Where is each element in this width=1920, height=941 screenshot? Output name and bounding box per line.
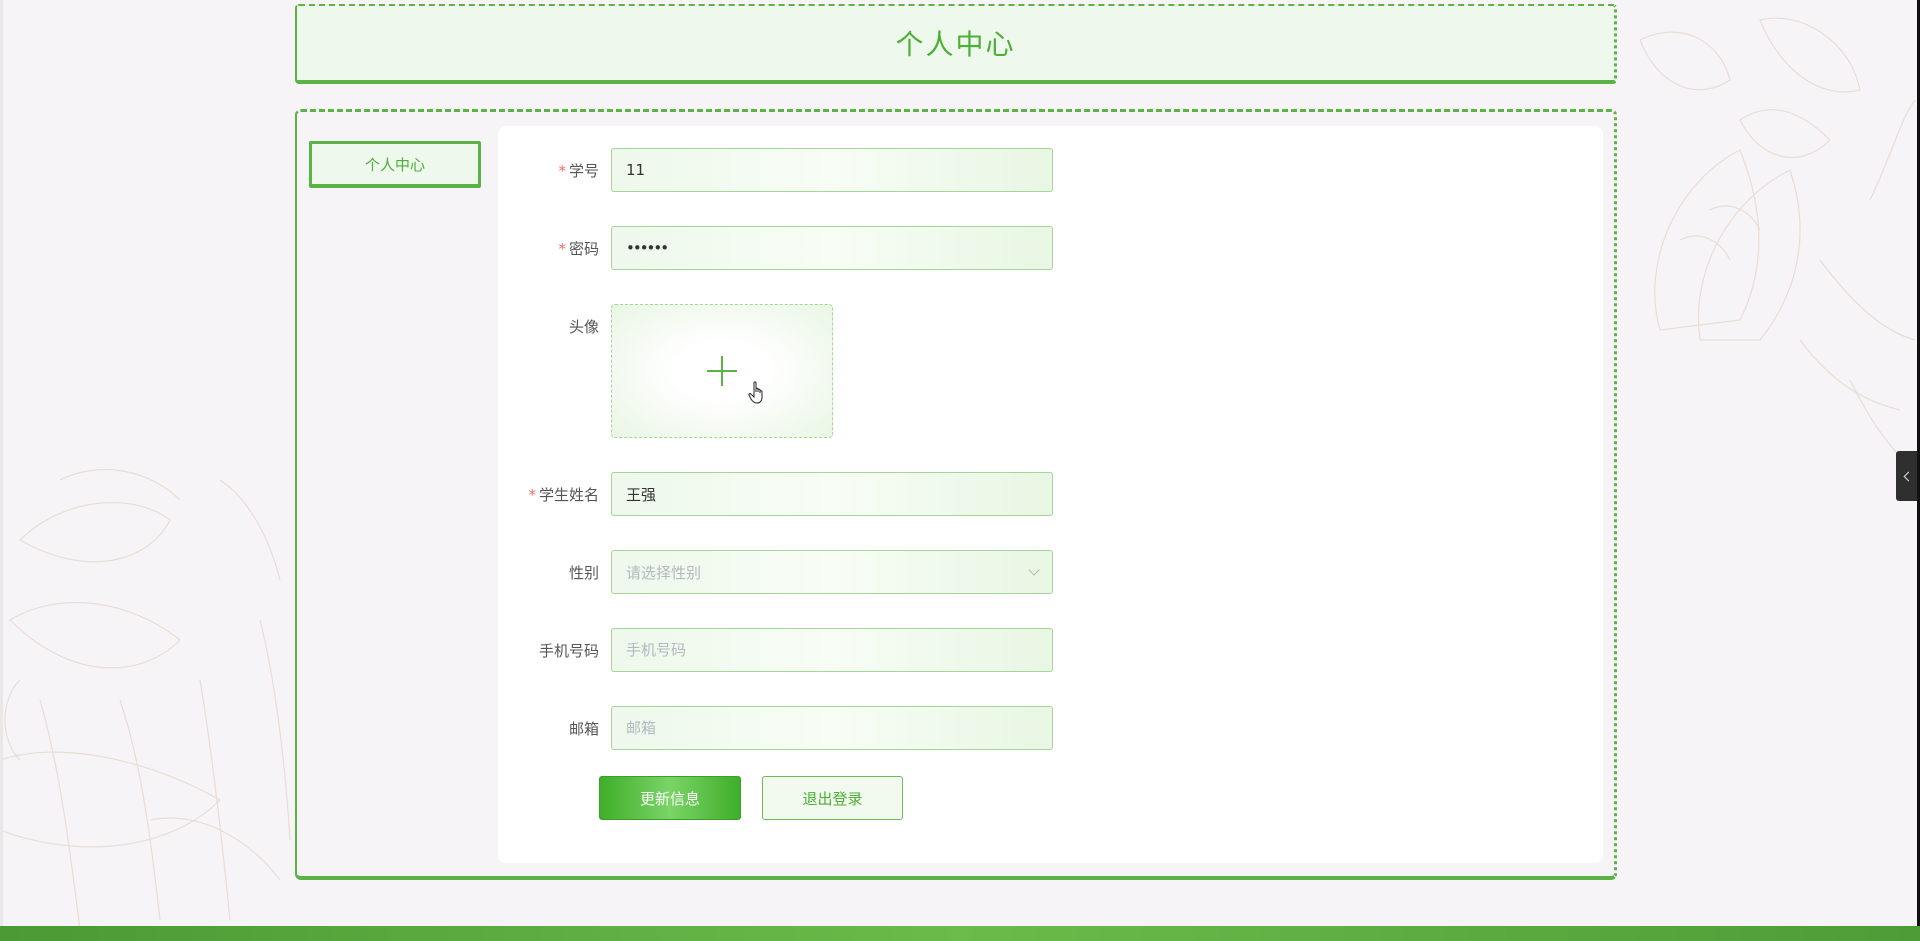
form-row-student-id: * 学号 11 — [498, 148, 1053, 192]
form-row-gender: 性别 请选择性别 — [498, 550, 1053, 594]
student-id-field[interactable]: 11 — [611, 148, 1053, 192]
password-label: * 密码 — [558, 239, 599, 258]
student-name-label: * 学生姓名 — [528, 485, 599, 504]
password-field[interactable]: •••••• — [611, 226, 1053, 270]
phone-label: 手机号码 — [538, 641, 599, 660]
gender-select[interactable]: 请选择性别 — [611, 550, 1053, 594]
email-input[interactable] — [611, 706, 1053, 750]
form-row-student-name: * 学生姓名 王强 — [498, 472, 1053, 516]
email-label: 邮箱 — [568, 719, 599, 738]
form-row-avatar: 头像 — [498, 304, 833, 438]
update-info-button[interactable]: 更新信息 — [599, 776, 741, 820]
footer-bar — [0, 926, 1920, 941]
phone-input[interactable] — [611, 628, 1053, 672]
logout-button[interactable]: 退出登录 — [762, 776, 903, 820]
avatar-label: 头像 — [568, 318, 599, 336]
chevron-down-icon — [1028, 564, 1040, 576]
avatar-uploader[interactable] — [611, 304, 833, 438]
left-edge — [0, 0, 3, 941]
required-mark: * — [528, 485, 536, 504]
page-title: 个人中心 — [895, 28, 1016, 61]
sidebar-item-profile[interactable]: 个人中心 — [309, 141, 481, 188]
form-row-phone: 手机号码 — [498, 628, 1053, 672]
gender-label: 性别 — [568, 563, 599, 582]
collapse-panel-handle[interactable] — [1896, 451, 1917, 501]
profile-form: * 学号 11 * 密码 •••••• 头像 * 学生姓名 王强 性别 请选择性… — [498, 126, 1603, 863]
form-row-email: 邮箱 — [498, 706, 1053, 750]
page-header: 个人中心 — [295, 4, 1617, 84]
form-row-password: * 密码 •••••• — [498, 226, 1053, 270]
student-name-field[interactable]: 王强 — [611, 472, 1053, 516]
chevron-left-icon — [1903, 471, 1913, 481]
hand-cursor-icon — [748, 381, 763, 404]
main-container: 个人中心 * 学号 11 * 密码 •••••• 头像 * 学生姓名 王强 性别… — [295, 109, 1617, 880]
required-mark: * — [558, 161, 566, 180]
student-id-label: * 学号 — [558, 161, 599, 180]
required-mark: * — [558, 239, 566, 258]
plus-icon — [707, 356, 737, 386]
